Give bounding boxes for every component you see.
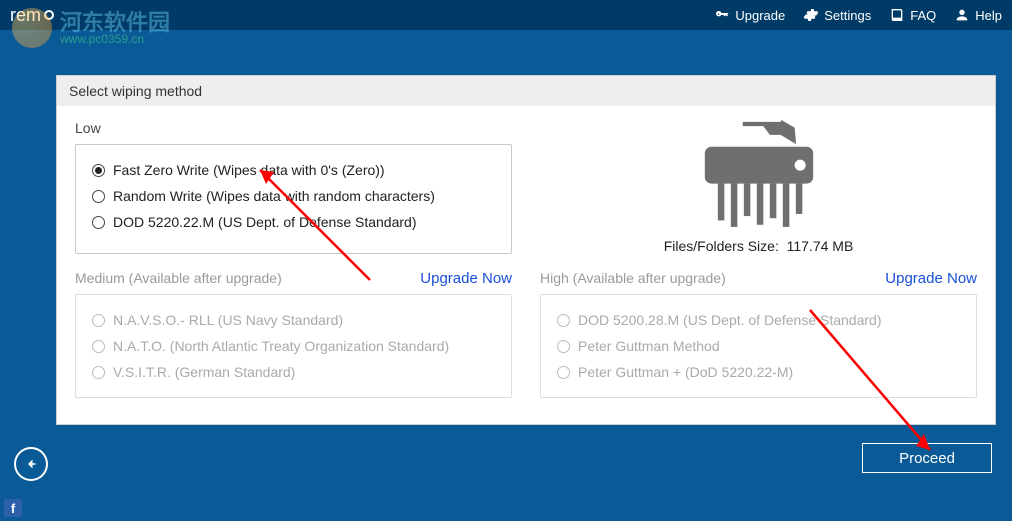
radio-label: Peter Guttman Method xyxy=(578,338,720,354)
radio-icon xyxy=(92,340,105,353)
proceed-label: Proceed xyxy=(899,450,955,467)
radio-label: DOD 5220.22.M (US Dept. of Defense Stand… xyxy=(113,214,416,230)
upgrade-nav[interactable]: Upgrade xyxy=(714,7,785,23)
high-options-box: DOD 5200.28.M (US Dept. of Defense Stand… xyxy=(540,294,977,398)
radio-vsitr: V.S.I.T.R. (German Standard) xyxy=(92,359,495,385)
radio-label: Peter Guttman + (DoD 5220.22-M) xyxy=(578,364,793,380)
radio-navso: N.A.V.S.O.- RLL (US Navy Standard) xyxy=(92,307,495,333)
radio-icon xyxy=(92,164,105,177)
radio-label: N.A.T.O. (North Atlantic Treaty Organiza… xyxy=(113,338,449,354)
key-icon xyxy=(714,7,730,23)
facebook-icon[interactable]: f xyxy=(4,499,22,517)
medium-section-label: Medium (Available after upgrade) xyxy=(75,270,282,286)
help-nav[interactable]: Help xyxy=(954,7,1002,23)
medium-options-box: N.A.V.S.O.- RLL (US Navy Standard) N.A.T… xyxy=(75,294,512,398)
radio-label: DOD 5200.28.M (US Dept. of Defense Stand… xyxy=(578,312,881,328)
radio-icon xyxy=(557,366,570,379)
size-label: Files/Folders Size: xyxy=(664,238,779,254)
help-nav-label: Help xyxy=(975,8,1002,23)
radio-random-write[interactable]: Random Write (Wipes data with random cha… xyxy=(92,183,495,209)
upgrade-now-link-high[interactable]: Upgrade Now xyxy=(885,270,977,287)
top-nav: Upgrade Settings FAQ Help xyxy=(714,7,1002,23)
radio-guttman: Peter Guttman Method xyxy=(557,333,960,359)
radio-icon xyxy=(92,190,105,203)
shredder-icon xyxy=(694,116,824,236)
radio-nato: N.A.T.O. (North Atlantic Treaty Organiza… xyxy=(92,333,495,359)
radio-icon xyxy=(557,340,570,353)
radio-icon xyxy=(92,314,105,327)
settings-nav-label: Settings xyxy=(824,8,871,23)
title-bar: rem Upgrade Settings FAQ Help xyxy=(0,0,1012,30)
gear-icon xyxy=(803,7,819,23)
arrow-left-icon xyxy=(22,455,40,473)
wiping-method-card: Select wiping method Low Fast Zero Write… xyxy=(56,75,996,425)
high-section-label: High (Available after upgrade) xyxy=(540,270,726,286)
settings-nav[interactable]: Settings xyxy=(803,7,871,23)
radio-icon xyxy=(92,366,105,379)
upgrade-nav-label: Upgrade xyxy=(735,8,785,23)
radio-dod-520028: DOD 5200.28.M (US Dept. of Defense Stand… xyxy=(557,307,960,333)
radio-icon xyxy=(557,314,570,327)
proceed-button[interactable]: Proceed xyxy=(862,443,992,473)
size-line: Files/Folders Size: 117.74 MB xyxy=(664,238,854,254)
low-section-label: Low xyxy=(75,120,512,136)
radio-icon xyxy=(92,216,105,229)
radio-guttman-plus: Peter Guttman + (DoD 5220.22-M) xyxy=(557,359,960,385)
size-value: 117.74 MB xyxy=(787,238,854,254)
radio-label: N.A.V.S.O.- RLL (US Navy Standard) xyxy=(113,312,343,328)
radio-fast-zero[interactable]: Fast Zero Write (Wipes data with 0's (Ze… xyxy=(92,157,495,183)
low-options-box: Fast Zero Write (Wipes data with 0's (Ze… xyxy=(75,144,512,254)
shredder-illustration: Files/Folders Size: 117.74 MB xyxy=(540,116,977,254)
faq-nav-label: FAQ xyxy=(910,8,936,23)
radio-label: V.S.I.T.R. (German Standard) xyxy=(113,364,295,380)
book-icon xyxy=(889,7,905,23)
radio-label: Fast Zero Write (Wipes data with 0's (Ze… xyxy=(113,162,385,178)
radio-label: Random Write (Wipes data with random cha… xyxy=(113,188,435,204)
radio-dod-522022[interactable]: DOD 5220.22.M (US Dept. of Defense Stand… xyxy=(92,209,495,235)
back-button[interactable] xyxy=(14,447,48,481)
logo: rem xyxy=(10,5,55,26)
faq-nav[interactable]: FAQ xyxy=(889,7,936,23)
upgrade-now-link-medium[interactable]: Upgrade Now xyxy=(420,270,512,287)
person-icon xyxy=(954,7,970,23)
card-title: Select wiping method xyxy=(57,76,995,106)
